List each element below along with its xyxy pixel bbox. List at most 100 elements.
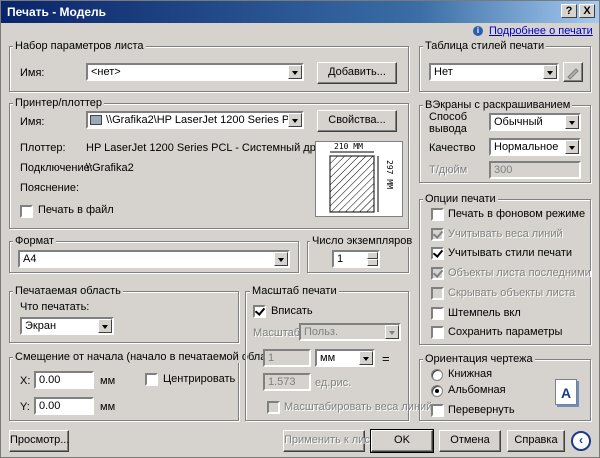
edit-plot-style-button[interactable] bbox=[563, 62, 583, 82]
orientation-group-label: Ориентация чертежа bbox=[423, 353, 535, 365]
paper-height-label: 297 MM bbox=[385, 160, 394, 189]
plot-option-checkbox[interactable] bbox=[431, 287, 444, 300]
printer-name-combo[interactable]: \\Grafika2\HP LaserJet 1200 Series PCL bbox=[86, 111, 304, 129]
plot-option-checkbox[interactable] bbox=[431, 247, 444, 260]
format-combo[interactable]: A4 bbox=[18, 250, 290, 268]
equals-sign: = bbox=[382, 351, 390, 366]
plot-style-table-value: Нет bbox=[434, 66, 453, 78]
plot-option-label: Учитывать стили печати bbox=[448, 247, 573, 259]
scale-combo[interactable]: Польз. bbox=[299, 323, 401, 341]
format-value: A4 bbox=[23, 253, 37, 265]
print-to-file-label: Печать в файл bbox=[38, 204, 114, 216]
shade-mode-label-2: вывода bbox=[429, 123, 467, 135]
plot-options-group-label: Опции печати bbox=[423, 193, 498, 205]
add-page-setup-button[interactable]: Добавить... bbox=[317, 62, 397, 84]
print-to-file-checkbox[interactable] bbox=[20, 205, 33, 218]
chevron-down-icon[interactable] bbox=[288, 65, 302, 79]
dpi-value: 300 bbox=[494, 164, 513, 176]
help-title-button[interactable]: ? bbox=[561, 4, 577, 18]
chevron-down-icon[interactable] bbox=[385, 325, 399, 339]
shade-mode-combo[interactable]: Обычный bbox=[489, 113, 581, 131]
connection-label: Подключение: bbox=[20, 162, 93, 174]
plot-style-table-group-label: Таблица стилей печати bbox=[423, 40, 547, 52]
spin-up-icon[interactable] bbox=[367, 252, 378, 259]
plot-option-checkbox[interactable] bbox=[431, 228, 444, 241]
format-group-label: Формат bbox=[13, 235, 57, 247]
preview-button[interactable]: Просмотр... bbox=[9, 430, 69, 452]
scale-units2-input[interactable]: 1.573 bbox=[263, 373, 311, 391]
ok-button[interactable]: OK bbox=[370, 429, 434, 453]
collapse-icon[interactable]: ‹ bbox=[571, 431, 591, 451]
plot-option-label: Сохранить параметры bbox=[448, 326, 563, 338]
upside-down-checkbox[interactable] bbox=[431, 404, 444, 417]
offset-y-input[interactable]: 0.00 bbox=[34, 397, 94, 415]
chevron-down-icon[interactable] bbox=[543, 65, 557, 79]
offset-x-input[interactable]: 0.00 bbox=[34, 371, 94, 389]
chevron-down-icon[interactable] bbox=[274, 252, 288, 266]
scale-lineweights-label: Масштабировать веса линий bbox=[284, 401, 433, 413]
plot-option-label: Объекты листа последними bbox=[448, 267, 591, 279]
paper-preview: 210 MM 297 MM bbox=[315, 141, 403, 217]
page-setup-name-combo[interactable]: <нет> bbox=[86, 63, 304, 81]
shade-mode-value: Обычный bbox=[494, 116, 543, 128]
plot-option-label: Учитывать веса линий bbox=[448, 228, 563, 240]
what-to-plot-value: Экран bbox=[25, 320, 57, 332]
page-setup-name-label: Имя: bbox=[20, 67, 45, 79]
center-plot-checkbox[interactable] bbox=[145, 373, 158, 386]
title-bar[interactable]: Печать - Модель ? X bbox=[1, 1, 599, 23]
scale-unit-value: мм bbox=[320, 352, 336, 364]
dpi-label: Т/дюйм bbox=[429, 164, 468, 176]
quality-combo[interactable]: Нормальное bbox=[489, 138, 581, 156]
connection-value: \\Grafika2 bbox=[86, 162, 134, 174]
printer-properties-button[interactable]: Свойства... bbox=[317, 110, 397, 132]
fit-to-paper-checkbox[interactable] bbox=[253, 305, 266, 318]
scale-label: Масштаб: bbox=[253, 327, 304, 339]
apply-to-layout-button[interactable]: Применить к листу bbox=[283, 430, 381, 452]
landscape-label: Альбомная bbox=[448, 384, 506, 396]
quality-value: Нормальное bbox=[494, 141, 559, 153]
paper-width-label: 210 MM bbox=[334, 142, 363, 151]
chevron-down-icon[interactable] bbox=[565, 115, 579, 129]
plot-option-label: Скрывать объекты листа bbox=[448, 287, 576, 299]
cancel-button[interactable]: Отмена bbox=[439, 430, 501, 452]
landscape-radio[interactable] bbox=[431, 385, 443, 397]
plot-option-label: Печать в фоновом режиме bbox=[448, 208, 586, 220]
plot-option-checkbox[interactable] bbox=[431, 267, 444, 280]
drawing-units-label: ед.рис. bbox=[315, 377, 352, 389]
plot-option-checkbox[interactable] bbox=[431, 326, 444, 339]
chevron-down-icon[interactable] bbox=[98, 319, 112, 333]
scale-lineweights-checkbox[interactable] bbox=[267, 401, 280, 414]
orientation-letter: A bbox=[561, 385, 572, 401]
scale-units1-value: 1 bbox=[268, 352, 275, 364]
dpi-input[interactable]: 300 bbox=[489, 161, 581, 179]
what-to-plot-label: Что печатать: bbox=[20, 301, 90, 313]
print-dialog: Печать - Модель ? X i Подробнее о печати… bbox=[0, 0, 600, 458]
plot-option-checkbox[interactable] bbox=[431, 208, 444, 221]
page-setup-name-value: <нет> bbox=[91, 66, 121, 78]
copies-input[interactable]: 1 bbox=[332, 250, 380, 268]
pencil-icon bbox=[567, 68, 579, 80]
chevron-down-icon[interactable] bbox=[565, 140, 579, 154]
help-button[interactable]: Справка bbox=[507, 430, 565, 452]
printer-icon bbox=[90, 115, 102, 125]
info-icon: i bbox=[473, 26, 483, 36]
spin-down-icon[interactable] bbox=[367, 259, 378, 266]
help-link[interactable]: Подробнее о печати bbox=[489, 25, 593, 37]
scale-unit-combo[interactable]: мм bbox=[315, 349, 375, 367]
offset-x-value: 0.00 bbox=[39, 374, 61, 386]
plot-style-table-combo[interactable]: Нет bbox=[429, 63, 559, 81]
copies-value: 1 bbox=[337, 253, 344, 265]
chevron-down-icon[interactable] bbox=[288, 113, 302, 127]
plot-option-label: Штемпель вкл bbox=[448, 307, 521, 319]
chevron-down-icon[interactable] bbox=[359, 351, 373, 365]
plot-option-checkbox[interactable] bbox=[431, 307, 444, 320]
plot-area-group-label: Печатаемая область bbox=[13, 285, 123, 297]
portrait-radio[interactable] bbox=[431, 369, 443, 381]
plotter-label: Плоттер: bbox=[20, 142, 66, 154]
orientation-preview-icon: A bbox=[555, 379, 577, 405]
close-title-button[interactable]: X bbox=[579, 4, 595, 18]
offset-y-label: Y: bbox=[20, 401, 30, 413]
copies-group-label: Число экземпляров bbox=[310, 235, 415, 247]
what-to-plot-combo[interactable]: Экран bbox=[20, 317, 114, 335]
scale-units1-input[interactable]: 1 bbox=[263, 349, 311, 367]
